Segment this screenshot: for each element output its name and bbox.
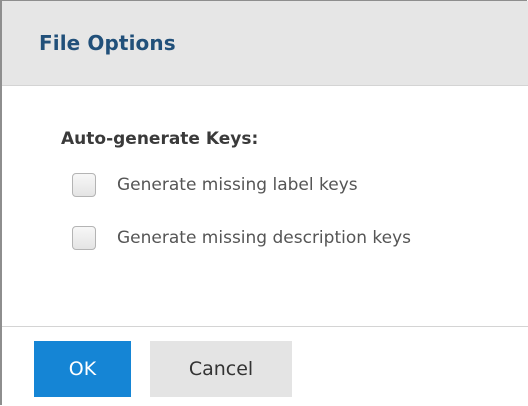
dialog-footer: OK Cancel [2,326,528,405]
dialog-title: File Options [39,31,176,55]
file-options-dialog: File Options Auto-generate Keys: Generat… [0,0,528,405]
generate-missing-label-keys-option[interactable]: Generate missing label keys [72,172,358,198]
dialog-header: File Options [2,1,528,86]
ok-button[interactable]: OK [34,341,131,397]
generate-missing-description-keys-option[interactable]: Generate missing description keys [72,225,411,251]
auto-generate-keys-heading: Auto-generate Keys: [61,129,259,149]
generate-missing-label-keys-label[interactable]: Generate missing label keys [117,175,358,195]
generate-missing-label-keys-checkbox[interactable] [72,173,96,197]
cancel-button[interactable]: Cancel [150,341,292,397]
generate-missing-description-keys-label[interactable]: Generate missing description keys [117,228,411,248]
generate-missing-description-keys-checkbox[interactable] [72,226,96,250]
